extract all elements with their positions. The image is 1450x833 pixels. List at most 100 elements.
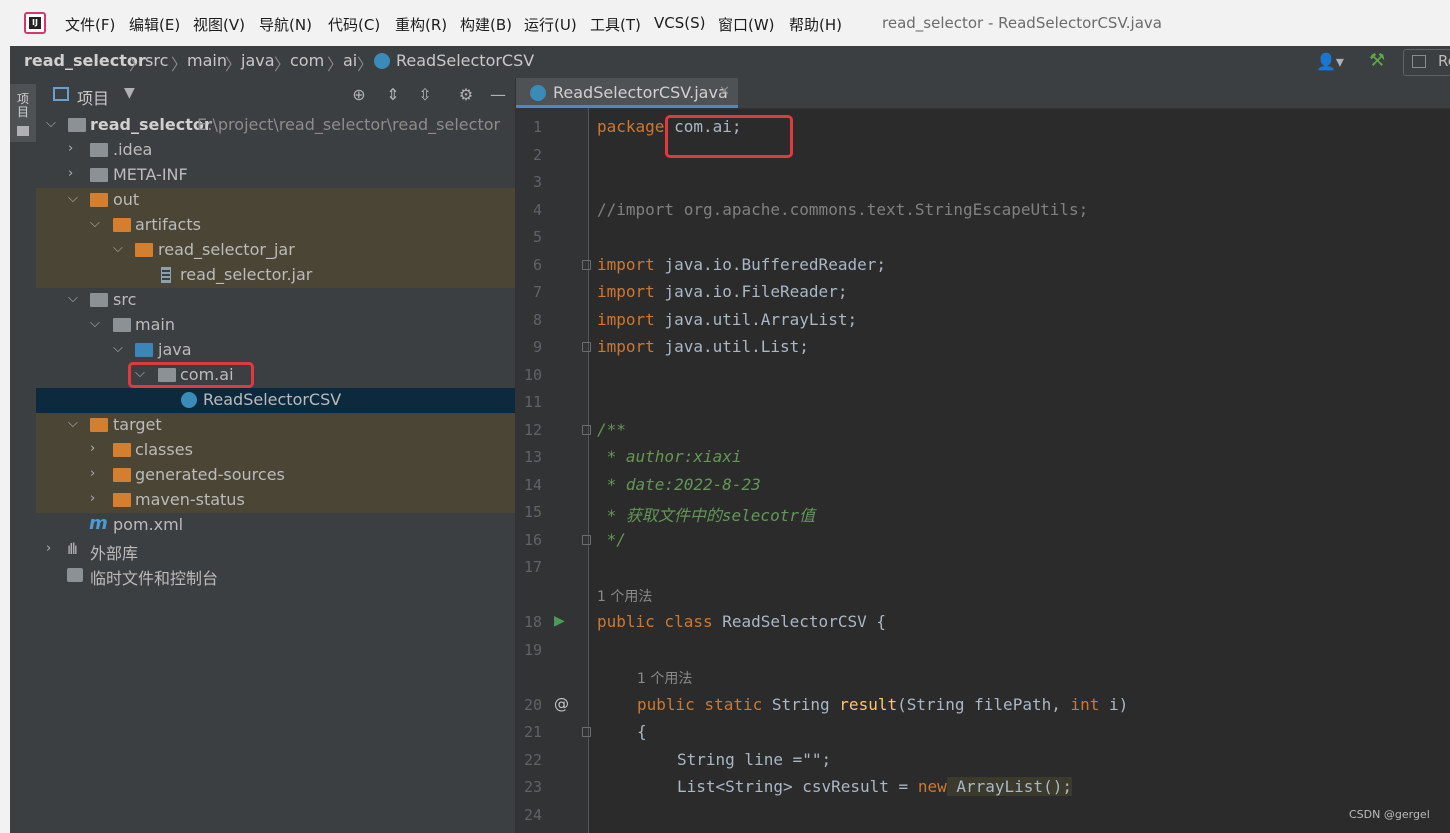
usage-hint[interactable]: 1 个用法 xyxy=(597,586,652,606)
chevron-right-icon[interactable]: › xyxy=(68,141,80,156)
menu-tools[interactable]: 工具(T) xyxy=(590,14,641,35)
chevron-right-icon[interactable]: › xyxy=(68,166,80,181)
breadcrumb-ai[interactable]: ai xyxy=(343,51,357,70)
code-text: String xyxy=(762,695,840,714)
code-line[interactable]: */ xyxy=(597,530,626,549)
tree-node-pom[interactable]: m pom.xml xyxy=(36,513,515,538)
code-line[interactable]: //import org.apache.commons.text.StringE… xyxy=(597,200,1088,219)
folder-icon xyxy=(90,143,108,157)
project-tool-window-tab[interactable]: 项目 xyxy=(10,84,36,142)
implements-gutter-icon[interactable]: @ xyxy=(554,695,569,713)
run-configuration-selector[interactable]: Re xyxy=(1403,49,1450,76)
tree-node-scratches[interactable]: 临时文件和控制台 xyxy=(36,563,515,588)
expand-all-icon[interactable]: ⇕ xyxy=(384,86,402,104)
code-line[interactable]: * author:xiaxi xyxy=(597,447,742,466)
tree-node-out[interactable]: ⌵ out xyxy=(36,188,515,213)
code-line[interactable]: * date:2022-8-23 xyxy=(597,475,761,494)
chevron-right-icon[interactable]: › xyxy=(90,491,102,506)
tree-node-idea[interactable]: › .idea xyxy=(36,138,515,163)
hide-panel-icon[interactable]: — xyxy=(489,86,507,104)
fold-marker-icon[interactable] xyxy=(582,727,591,737)
chevron-down-icon[interactable]: ⌵ xyxy=(113,241,125,256)
editor-tab-readselectorcsv[interactable]: ReadSelectorCSV.java ✕ xyxy=(516,78,738,108)
code-line[interactable]: import java.io.BufferedReader; xyxy=(597,255,886,274)
line-number: 16 xyxy=(523,531,542,549)
usage-hint[interactable]: 1 个用法 xyxy=(637,668,692,688)
tree-node-generated-sources[interactable]: › generated-sources xyxy=(36,463,515,488)
source-root-icon xyxy=(135,343,153,357)
tree-node-com-ai[interactable]: ⌵ com.ai xyxy=(36,363,515,388)
tree-node-src[interactable]: ⌵ src xyxy=(36,288,515,313)
tree-node-maven-status[interactable]: › maven-status xyxy=(36,488,515,513)
chevron-down-icon[interactable]: ⌵ xyxy=(90,316,102,331)
build-hammer-icon[interactable]: ⚒ xyxy=(1369,50,1385,71)
fold-marker-icon[interactable] xyxy=(582,342,591,352)
view-dropdown-icon[interactable]: ▼ xyxy=(124,85,135,101)
tree-node-java[interactable]: ⌵ java xyxy=(36,338,515,363)
code-method-name: result xyxy=(839,695,898,714)
code-line[interactable]: import java.io.FileReader; xyxy=(597,282,847,301)
code-line[interactable]: public class ReadSelectorCSV { xyxy=(597,612,886,631)
menu-vcs[interactable]: VCS(S) xyxy=(654,14,705,32)
locate-file-icon[interactable]: ⊕ xyxy=(350,86,368,104)
menu-code[interactable]: 代码(C) xyxy=(328,14,380,35)
tree-node-label: .idea xyxy=(113,140,153,159)
code-line[interactable]: /** xyxy=(597,420,626,439)
excluded-folder-icon xyxy=(90,418,108,432)
tree-node-classes[interactable]: › classes xyxy=(36,438,515,463)
jar-file-icon xyxy=(161,267,171,283)
fold-marker-icon[interactable] xyxy=(582,535,591,545)
run-gutter-icon[interactable]: ▶ xyxy=(554,613,565,629)
tree-node-label: read_selector.jar xyxy=(180,265,313,284)
code-line[interactable]: String line =""; xyxy=(677,750,831,769)
tree-node-meta-inf[interactable]: › META-INF xyxy=(36,163,515,188)
chevron-down-icon[interactable]: ⌵ xyxy=(68,191,80,206)
tree-node-readselectorcsv[interactable]: ReadSelectorCSV xyxy=(36,388,515,413)
menu-window[interactable]: 窗口(W) xyxy=(718,14,775,35)
code-text: ReadSelectorCSV { xyxy=(712,612,886,631)
chevron-down-icon[interactable]: ⌵ xyxy=(113,341,125,356)
menu-refactor[interactable]: 重构(R) xyxy=(395,14,447,35)
code-line[interactable]: import java.util.ArrayList; xyxy=(597,310,857,329)
code-line[interactable]: public static String result(String fileP… xyxy=(637,695,1128,714)
tree-node-read-selector-jar[interactable]: ⌵ read_selector_jar xyxy=(36,238,515,263)
code-line[interactable]: * 获取文件中的selecotr值 xyxy=(597,502,815,526)
project-panel-header: 项目 ▼ ⊕ ⇕ ⇳ ⚙ — xyxy=(36,78,515,112)
close-tab-icon[interactable]: ✕ xyxy=(719,84,730,99)
tree-node-project-root[interactable]: ⌵ read_selector E:\project\read_selector… xyxy=(36,113,515,138)
fold-marker-icon[interactable] xyxy=(582,425,591,435)
chevron-down-icon[interactable]: ⌵ xyxy=(90,216,102,231)
menu-edit[interactable]: 编辑(E) xyxy=(129,14,180,35)
menu-view[interactable]: 视图(V) xyxy=(193,14,245,35)
breadcrumb-src[interactable]: src xyxy=(145,51,168,70)
breadcrumb-class[interactable]: ReadSelectorCSV xyxy=(396,51,534,70)
menu-file[interactable]: 文件(F) xyxy=(65,14,115,35)
gear-icon[interactable]: ⚙ xyxy=(457,86,475,104)
chevron-down-icon[interactable]: ⌵ xyxy=(68,291,80,306)
user-account-icon[interactable]: 👤▾ xyxy=(1316,52,1344,71)
code-line[interactable]: import java.util.List; xyxy=(597,337,809,356)
code-line[interactable]: { xyxy=(637,722,647,741)
breadcrumb-java[interactable]: java xyxy=(241,51,275,70)
tree-node-main[interactable]: ⌵ main xyxy=(36,313,515,338)
fold-marker-icon[interactable] xyxy=(582,260,591,270)
tree-node-artifacts[interactable]: ⌵ artifacts xyxy=(36,213,515,238)
menu-build[interactable]: 构建(B) xyxy=(460,14,512,35)
code-line[interactable]: List<String> csvResult = new ArrayList()… xyxy=(677,777,1072,796)
menu-help[interactable]: 帮助(H) xyxy=(789,14,842,35)
project-view-title[interactable]: 项目 xyxy=(77,85,109,109)
breadcrumb-main[interactable]: main xyxy=(187,51,227,70)
breadcrumb-project[interactable]: read_selector xyxy=(24,51,146,70)
tree-node-jar-file[interactable]: read_selector.jar xyxy=(36,263,515,288)
tree-node-external-libraries[interactable]: › ıIlı 外部库 xyxy=(36,538,515,563)
menu-navigate[interactable]: 导航(N) xyxy=(259,14,312,35)
chevron-right-icon[interactable]: › xyxy=(90,441,102,456)
breadcrumb-com[interactable]: com xyxy=(290,51,324,70)
chevron-right-icon[interactable]: › xyxy=(46,541,58,556)
menu-run[interactable]: 运行(U) xyxy=(524,14,577,35)
collapse-all-icon[interactable]: ⇳ xyxy=(416,86,434,104)
chevron-down-icon[interactable]: ⌵ xyxy=(68,416,80,431)
chevron-right-icon[interactable]: › xyxy=(90,466,102,481)
tree-node-target[interactable]: ⌵ target xyxy=(36,413,515,438)
chevron-down-icon[interactable]: ⌵ xyxy=(46,116,58,131)
